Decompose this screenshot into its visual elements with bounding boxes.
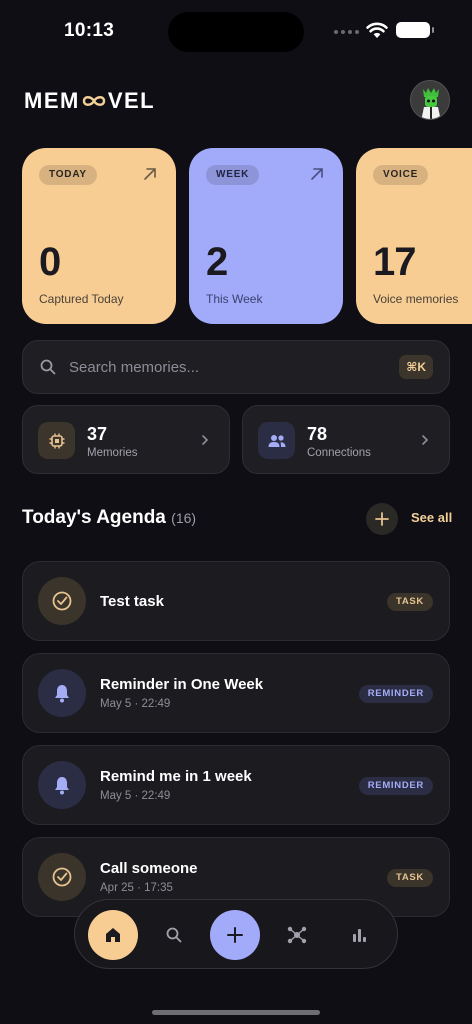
agenda-item-time: May 5 · 22:49 (100, 698, 171, 710)
keyboard-shortcut-badge: ⌘K (399, 355, 433, 379)
avatar-image (411, 81, 449, 119)
agenda-item[interactable]: Remind me in 1 week May 5 · 22:49 REMIND… (22, 745, 450, 825)
home-indicator (152, 1010, 320, 1015)
chevron-right-icon (202, 435, 209, 445)
agenda-item-badge: TASK (387, 869, 433, 887)
status-time: 10:13 (64, 20, 115, 41)
chart-icon (353, 929, 366, 942)
arrow-up-right-icon (311, 168, 323, 180)
agenda-item-badge: REMINDER (358, 777, 433, 795)
agenda-item-time: Apr 25 · 17:35 (100, 882, 173, 894)
agenda-count: (16) (171, 510, 197, 526)
nav-graph[interactable] (272, 910, 322, 960)
card-tag: TODAY (39, 165, 97, 185)
agenda-item-title: Remind me in 1 week (100, 768, 252, 785)
nav-home[interactable] (88, 910, 138, 960)
chip-icon (38, 422, 75, 459)
card-tag: VOICE (373, 165, 429, 185)
app-logo: MEM VEL (24, 88, 155, 114)
search-input[interactable] (69, 341, 389, 393)
people-icon (258, 422, 295, 459)
agenda-item-badge: TASK (387, 593, 433, 611)
agenda-item-time: May 5 · 22:49 (100, 790, 171, 802)
see-all-link[interactable]: See all (411, 510, 452, 525)
agenda-item-badge: REMINDER (358, 685, 433, 703)
infinity-icon (82, 96, 106, 106)
agenda-item[interactable]: Test task TASK (22, 561, 450, 641)
search-icon (40, 359, 56, 375)
stat-card-today[interactable]: TODAY 0 Captured Today (22, 148, 176, 324)
connections-label: Connections (307, 447, 371, 459)
card-label: This Week (206, 292, 263, 306)
wifi-icon (366, 22, 388, 38)
signal-icon (334, 30, 359, 34)
check-circle-icon (38, 853, 86, 901)
connections-tile[interactable]: 78 Connections (242, 405, 450, 474)
agenda-item-title: Test task (100, 593, 164, 610)
nav-add-button[interactable] (210, 910, 260, 960)
agenda-item-title: Call someone (100, 860, 198, 877)
memories-label: Memories (87, 447, 138, 459)
card-value: 2 (206, 240, 228, 284)
plus-icon (227, 927, 243, 943)
bell-icon (38, 761, 86, 809)
bell-icon (38, 669, 86, 717)
logo-text-left: MEM (24, 88, 80, 113)
chevron-right-icon (422, 435, 429, 445)
user-avatar[interactable] (410, 80, 450, 120)
agenda-heading: Today's Agenda (16) (22, 507, 196, 529)
search-bar[interactable]: ⌘K (22, 340, 450, 394)
connections-count: 78 (307, 424, 328, 444)
add-agenda-button[interactable] (366, 503, 398, 535)
stat-card-voice[interactable]: VOICE 17 Voice memories (356, 148, 472, 324)
graph-icon (287, 926, 307, 944)
card-label: Captured Today (39, 292, 124, 306)
nav-search[interactable] (149, 910, 199, 960)
card-tag: WEEK (206, 165, 260, 185)
card-label: Voice memories (373, 292, 459, 306)
nav-insights[interactable] (334, 910, 384, 960)
memories-count: 37 (87, 424, 108, 444)
stat-card-week[interactable]: WEEK 2 This Week (189, 148, 343, 324)
arrow-up-right-icon (144, 168, 156, 180)
battery-icon (396, 22, 434, 38)
memories-tile[interactable]: 37 Memories (22, 405, 230, 474)
check-circle-icon (38, 577, 86, 625)
agenda-item-title: Reminder in One Week (100, 676, 264, 693)
card-value: 0 (39, 240, 61, 284)
agenda-item[interactable]: Reminder in One Week May 5 · 22:49 REMIN… (22, 653, 450, 733)
dynamic-island (168, 12, 304, 52)
agenda-title: Today's Agenda (22, 507, 166, 528)
status-bar: 10:13 (0, 0, 472, 64)
bottom-nav (74, 899, 398, 969)
card-value: 17 (373, 240, 416, 284)
stat-cards-carousel[interactable]: TODAY 0 Captured Today WEEK 2 This Week … (22, 148, 472, 324)
plus-icon (375, 512, 389, 526)
search-icon (166, 927, 182, 943)
logo-text-right: VEL (107, 88, 156, 113)
home-icon (106, 928, 120, 942)
